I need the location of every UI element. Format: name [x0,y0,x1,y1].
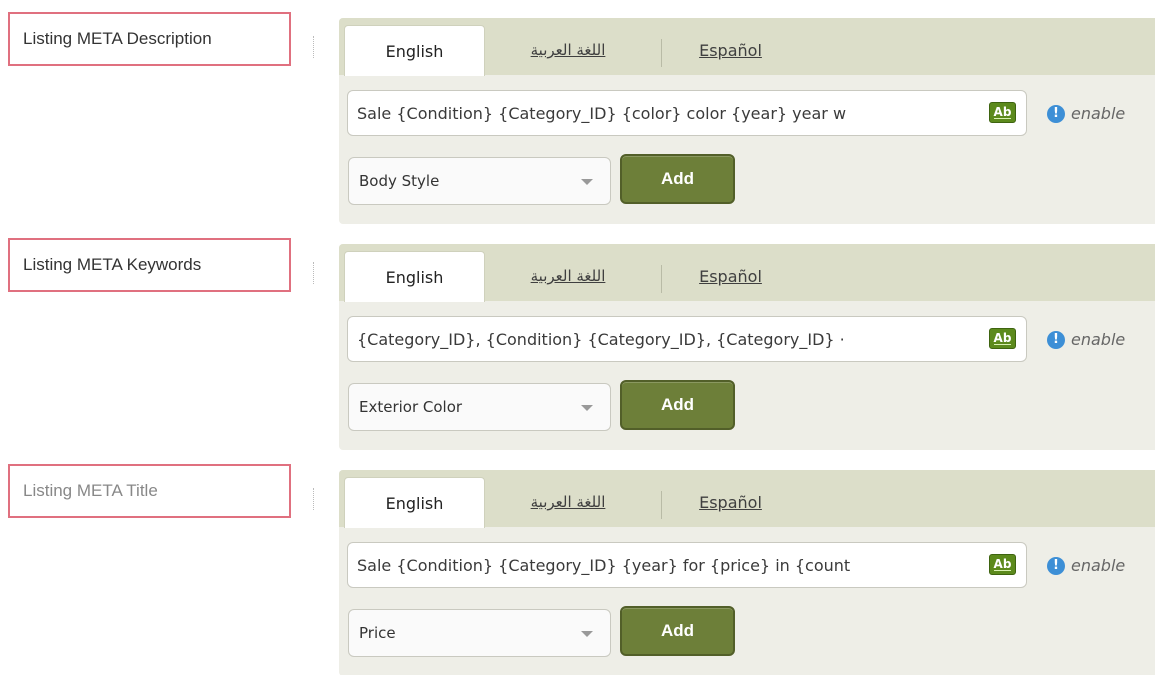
tab-arabic[interactable]: اللغة العربية [509,477,627,527]
language-tab-bar: English اللغة العربية Español [339,470,1155,528]
meta-keywords-section: Listing META Keywords English اللغة العر… [0,238,1155,470]
info-icon[interactable]: ! [1047,105,1065,123]
meta-description-input-wrapper: Ab [347,90,1027,136]
tab-spanish[interactable]: Español [683,251,778,301]
meta-title-panel: English اللغة العربية Español Ab ! enabl… [339,470,1155,675]
chevron-down-icon [581,405,593,411]
tab-arabic[interactable]: اللغة العربية [509,251,627,301]
meta-title-section: Listing META Title English اللغة العربية… [0,464,1155,675]
enable-hint: enable [1071,104,1126,123]
info-icon[interactable]: ! [1047,557,1065,575]
field-select-value: Price [359,624,396,642]
field-select[interactable]: Body Style [348,157,611,205]
ab-icon[interactable]: Ab [989,554,1016,575]
language-tab-bar: English اللغة العربية Español [339,244,1155,302]
chevron-down-icon [581,179,593,185]
field-select-value: Exterior Color [359,398,463,416]
label-divider [313,36,314,58]
tab-separator [661,491,662,519]
meta-title-label: Listing META Title [8,464,291,518]
info-icon[interactable]: ! [1047,331,1065,349]
language-tab-bar: English اللغة العربية Español [339,18,1155,76]
meta-keywords-panel: English اللغة العربية Español Ab ! enabl… [339,244,1155,450]
enable-hint: enable [1071,330,1126,349]
meta-description-label: Listing META Description [8,12,291,66]
add-button[interactable]: Add [620,606,735,656]
meta-title-input[interactable] [348,543,982,587]
ab-icon[interactable]: Ab [989,102,1016,123]
tab-english[interactable]: English [344,25,485,76]
label-divider [313,262,314,284]
tab-separator [661,265,662,293]
field-select-value: Body Style [359,172,440,190]
enable-hint: enable [1071,556,1126,575]
tab-separator [661,39,662,67]
ab-icon[interactable]: Ab [989,328,1016,349]
meta-description-input[interactable] [348,91,982,135]
chevron-down-icon [581,631,593,637]
meta-keywords-label: Listing META Keywords [8,238,291,292]
meta-description-section: Listing META Description English اللغة ا… [0,12,1155,244]
meta-keywords-input[interactable] [348,317,982,361]
field-select[interactable]: Price [348,609,611,657]
tab-arabic[interactable]: اللغة العربية [509,25,627,75]
meta-keywords-input-wrapper: Ab [347,316,1027,362]
tab-spanish[interactable]: Español [683,477,778,527]
add-button[interactable]: Add [620,380,735,430]
meta-title-input-wrapper: Ab [347,542,1027,588]
add-button[interactable]: Add [620,154,735,204]
tab-spanish[interactable]: Español [683,25,778,75]
tab-english[interactable]: English [344,251,485,302]
tab-english[interactable]: English [344,477,485,528]
meta-description-panel: English اللغة العربية Español Ab ! enabl… [339,18,1155,224]
field-select[interactable]: Exterior Color [348,383,611,431]
label-divider [313,488,314,510]
